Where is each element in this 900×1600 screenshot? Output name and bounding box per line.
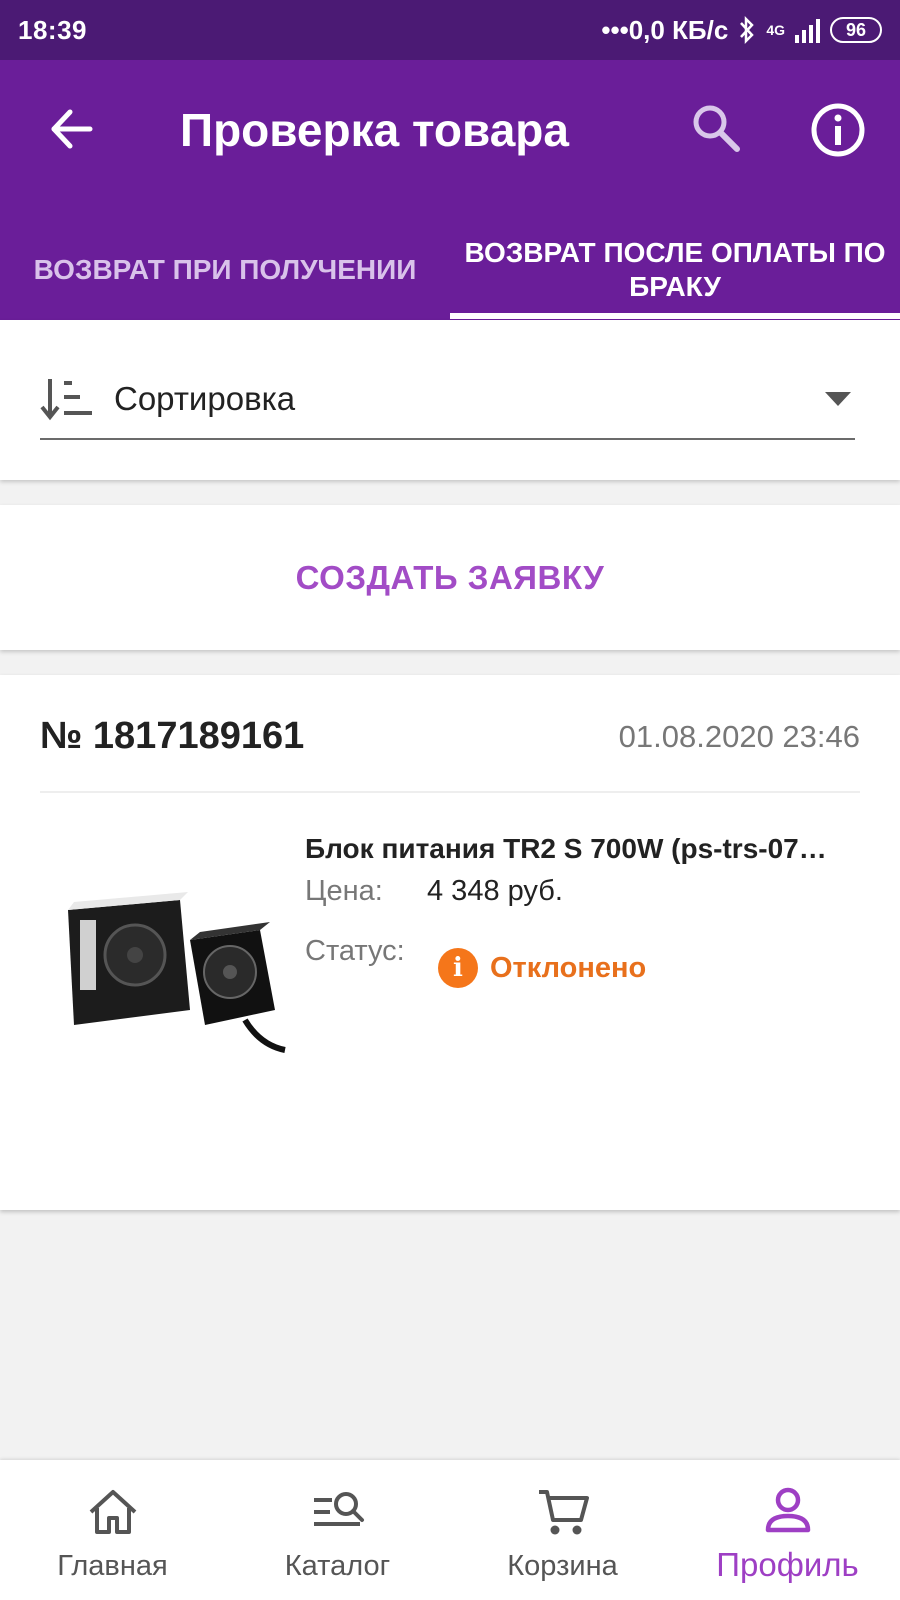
cart-icon <box>538 1490 589 1535</box>
sort-label: Сортировка <box>114 380 296 417</box>
status-bar: 18:39 •••0,0 КБ/с 4G 96 <box>0 0 900 60</box>
order-card[interactable]: № 1817189161 01.08.2020 23:46 Блок питан… <box>0 675 900 1210</box>
sort-select[interactable]: Сортировка <box>40 360 855 440</box>
search-icon[interactable] <box>690 102 744 156</box>
battery-indicator: 96 <box>830 17 882 43</box>
nav-item-catalog[interactable]: Каталог <box>225 1460 450 1600</box>
order-date: 01.08.2020 23:46 <box>618 719 860 754</box>
price-label: Цена: <box>305 875 383 907</box>
nav-item-home[interactable]: Главная <box>0 1460 225 1600</box>
status-badge: i Отклонено <box>438 948 646 988</box>
nav-item-profile[interactable]: Профиль <box>675 1460 900 1600</box>
network-speed: •••0,0 КБ/с <box>601 14 729 45</box>
home-icon <box>89 1490 136 1534</box>
tab-indicator <box>450 313 900 319</box>
sort-card: Сортировка <box>0 320 900 480</box>
nav-item-cart[interactable]: Корзина <box>450 1460 675 1600</box>
price-value: 4 348 руб. <box>427 875 563 907</box>
catalog-search-icon <box>313 1492 364 1526</box>
network-type: 4G <box>766 22 785 38</box>
bottom-navigation: Главная Каталог Корзина Профиль <box>0 1460 900 1600</box>
status-time: 18:39 <box>18 14 87 45</box>
nav-label-cart: Корзина <box>507 1550 618 1582</box>
divider <box>40 791 860 793</box>
status-label: Статус: <box>305 935 405 967</box>
chevron-down-icon <box>825 392 851 406</box>
page-title: Проверка товара <box>180 104 569 156</box>
nav-label-home: Главная <box>57 1550 168 1582</box>
status-right: •••0,0 КБ/с 4G 96 <box>601 15 882 46</box>
tab-return-after-payment-defect[interactable]: ВОЗВРАТ ПОСЛЕ ОПЛАТЫ ПО БРАКУ <box>450 220 900 320</box>
nav-label-catalog: Каталог <box>284 1550 391 1582</box>
nav-label-profile: Профиль <box>716 1546 859 1583</box>
app-bar: Проверка товара ВОЗВРАТ ПРИ ПОЛУЧЕНИИ ВО… <box>0 60 900 320</box>
bluetooth-icon <box>740 15 755 45</box>
product-image <box>68 892 286 1053</box>
create-request-card: СОЗДАТЬ ЗАЯВКУ <box>0 505 900 650</box>
status-value: Отклонено <box>490 951 647 984</box>
info-icon: i <box>438 948 478 988</box>
arrow-back-icon[interactable] <box>46 104 96 154</box>
profile-icon <box>765 1487 810 1533</box>
sort-icon <box>40 379 92 421</box>
info-icon[interactable] <box>810 102 866 158</box>
product-name: Блок питания TR2 S 700W (ps-trs-07… <box>305 833 827 864</box>
order-number: № 1817189161 <box>40 715 305 757</box>
tab-return-on-receipt[interactable]: ВОЗВРАТ ПРИ ПОЛУЧЕНИИ <box>0 220 450 320</box>
create-request-button[interactable]: СОЗДАТЬ ЗАЯВКУ <box>296 559 605 597</box>
signal-icon <box>795 17 820 43</box>
